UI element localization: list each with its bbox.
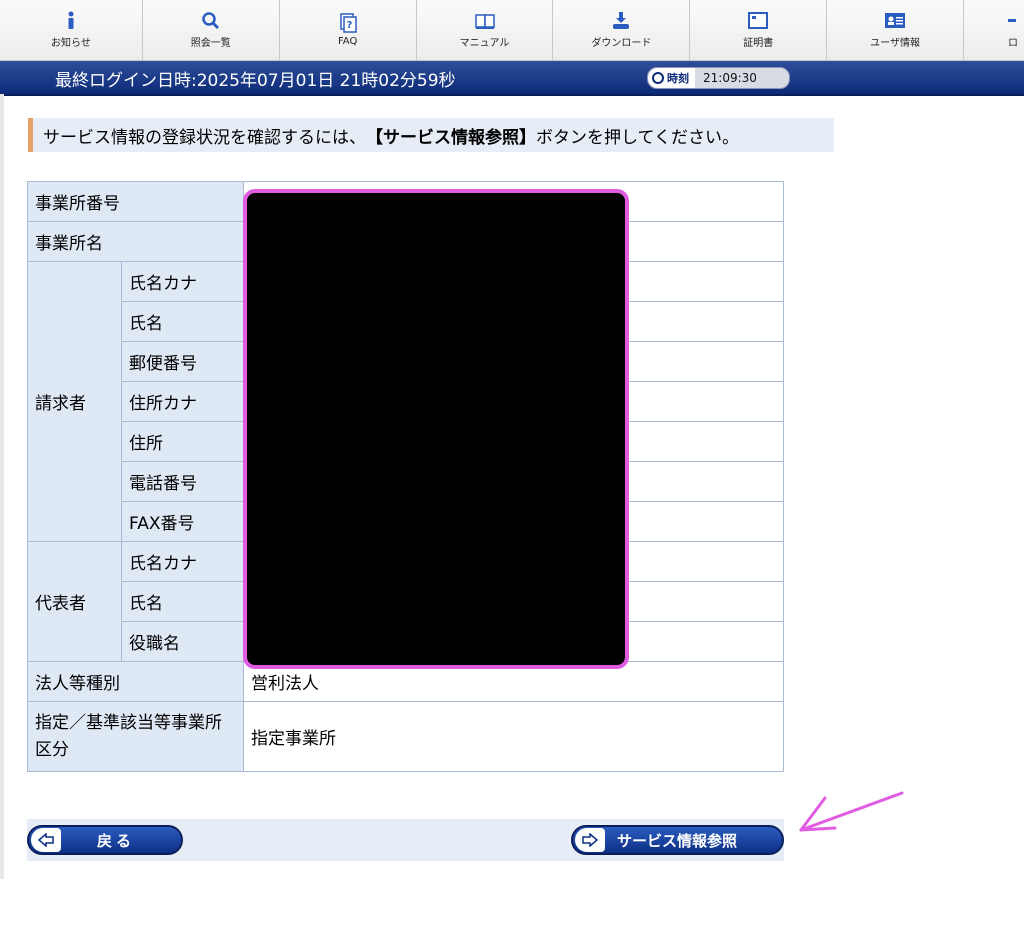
nav-label: お知らせ <box>51 38 91 49</box>
label-phone: 電話番号 <box>121 461 244 502</box>
label-address-kana: 住所カナ <box>121 381 244 422</box>
service-info-reference-button[interactable]: サービス情報参照 <box>571 825 784 855</box>
label-corp-type: 法人等種別 <box>27 661 244 702</box>
download-icon <box>613 12 630 29</box>
clock-label: 時刻 <box>648 68 695 88</box>
nav-label: ロ <box>1008 38 1019 49</box>
redaction-box <box>243 189 629 669</box>
label-requester-name-kana: 氏名カナ <box>121 261 244 302</box>
search-icon <box>202 12 219 30</box>
label-rep-name: 氏名 <box>121 581 244 622</box>
book-icon <box>474 14 495 29</box>
nav-item-notices[interactable]: お知らせ <box>0 0 143 60</box>
arrow-right-icon <box>575 828 605 852</box>
nav-label: FAQ <box>337 36 358 47</box>
clock-time: 21:09:30 <box>703 71 757 85</box>
label-rep-title: 役職名 <box>121 621 244 662</box>
nav-label: マニュアル <box>459 38 510 49</box>
instruction-message: サービス情報の登録状況を確認するには、 【サービス情報参照】 ボタンを押してください… <box>28 118 834 152</box>
certificate-icon <box>748 12 769 29</box>
label-office-number: 事業所番号 <box>27 181 244 222</box>
nav-item-logout[interactable]: ロ <box>964 0 1024 60</box>
label-postal-code: 郵便番号 <box>121 341 244 382</box>
top-navigation: お知らせ 照会一覧 ? FAQ マニュアル ダウンロード 証明書 ユーザ情報 ロ <box>0 0 1024 61</box>
info-icon <box>68 11 74 29</box>
message-suffix: ボタンを押してください。 <box>536 127 739 148</box>
nav-item-user-info[interactable]: ユーザ情報 <box>827 0 965 60</box>
back-button[interactable]: 戻る <box>27 825 183 855</box>
last-login-text: 最終ログイン日時:2025年07月01日 21時02分59秒 <box>55 71 456 91</box>
label-office-name: 事業所名 <box>27 221 244 262</box>
arrow-left-icon <box>31 828 61 852</box>
label-representative: 代表者 <box>27 541 122 662</box>
logout-icon <box>1008 19 1017 22</box>
back-button-label: 戻る <box>97 831 136 850</box>
label-rep-name-kana: 氏名カナ <box>121 541 244 582</box>
message-bold: 【サービス情報参照】 <box>366 127 536 148</box>
faq-icon: ? <box>339 13 357 33</box>
login-info-bar: 最終ログイン日時:2025年07月01日 21時02分59秒 時刻 21:09:… <box>0 61 1024 96</box>
service-info-reference-label: サービス情報参照 <box>617 831 738 850</box>
message-prefix: サービス情報の登録状況を確認するには、 <box>43 127 366 148</box>
nav-item-certificate[interactable]: 証明書 <box>690 0 828 60</box>
value-designation: 指定事業所 <box>243 701 784 772</box>
nav-label: 照会一覧 <box>190 38 231 49</box>
label-requester-name: 氏名 <box>121 301 244 342</box>
clock-icon <box>652 72 664 84</box>
user-card-icon <box>885 13 906 28</box>
left-divider <box>0 94 4 879</box>
nav-item-download[interactable]: ダウンロード <box>553 0 691 60</box>
nav-label: ダウンロード <box>591 38 652 49</box>
nav-label: ユーザ情報 <box>870 38 920 49</box>
nav-item-faq[interactable]: ? FAQ <box>280 0 417 60</box>
label-requester: 請求者 <box>27 261 122 542</box>
label-designation: 指定／基準該当等事業所区分 <box>27 701 244 772</box>
label-address: 住所 <box>121 421 244 462</box>
nav-item-inquiry-list[interactable]: 照会一覧 <box>143 0 280 60</box>
nav-item-manual[interactable]: マニュアル <box>417 0 554 60</box>
annotation-arrow-icon <box>799 791 904 832</box>
clock-display: 時刻 21:09:30 <box>647 67 790 89</box>
button-row: 戻る サービス情報参照 <box>27 819 784 861</box>
svg-text:?: ? <box>346 20 352 31</box>
clock-label-text: 時刻 <box>667 72 689 85</box>
label-fax: FAX番号 <box>121 501 244 542</box>
table-row: 指定／基準該当等事業所区分 指定事業所 <box>27 701 784 772</box>
nav-label: 証明書 <box>743 38 774 49</box>
